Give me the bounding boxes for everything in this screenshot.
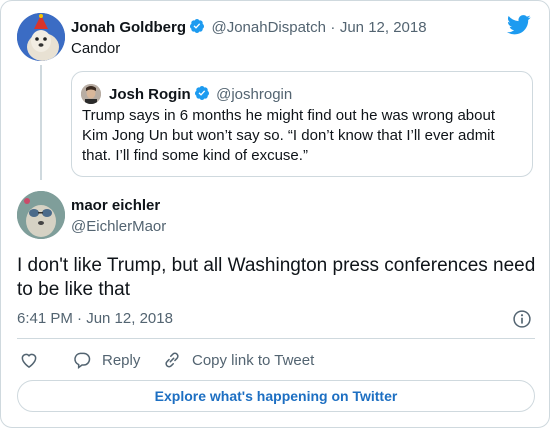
quoted-tweet-header: Josh Rogin @joshrogin [109,85,292,104]
jonah-name[interactable]: Jonah Goldberg [71,19,186,36]
jonah-handle[interactable]: @JonahDispatch [211,19,325,36]
tweet-embed-card: Jonah Goldberg @JonahDispatch · Jun 12, … [0,0,550,428]
jonah-avatar[interactable] [17,13,65,61]
josh-handle[interactable]: @joshrogin [216,86,292,103]
josh-name[interactable]: Josh Rogin [109,86,191,103]
josh-avatar[interactable] [81,84,101,104]
maor-handle[interactable]: @EichlerMaor [71,218,166,235]
maor-avatar[interactable] [17,191,65,239]
heart-icon [21,353,37,368]
twitter-logo-icon[interactable] [507,15,531,35]
reply-button[interactable]: Reply [72,349,140,371]
explore-twitter-button[interactable]: Explore what's happening on Twitter [17,380,535,412]
thread-connector-line [40,65,42,180]
actions-divider [17,338,535,339]
like-button[interactable] [19,349,49,371]
reply-icon [74,352,91,369]
date-separator: · [330,19,336,36]
copy-link-label: Copy link to Tweet [192,351,315,369]
reply-timestamp[interactable]: 6:41 PM · Jun 12, 2018 [17,310,173,327]
info-icon[interactable] [512,309,532,329]
tweet-header: Jonah Goldberg @JonahDispatch · Jun 12, … [71,18,427,37]
verified-badge-icon [194,86,209,100]
reply-tweet-text: I don't like Trump, but all Washington p… [17,255,536,300]
reply-label: Reply [102,351,141,369]
quoted-tweet-text: Trump says in 6 months he might find out… [82,107,495,164]
maor-name[interactable]: maor eichler [71,197,160,214]
tweet-text: Candor [71,40,121,57]
verified-badge-icon [190,19,205,33]
copy-link-button[interactable]: Copy link to Tweet [162,349,314,371]
tweet-date[interactable]: Jun 12, 2018 [340,19,427,36]
link-icon [165,352,179,368]
